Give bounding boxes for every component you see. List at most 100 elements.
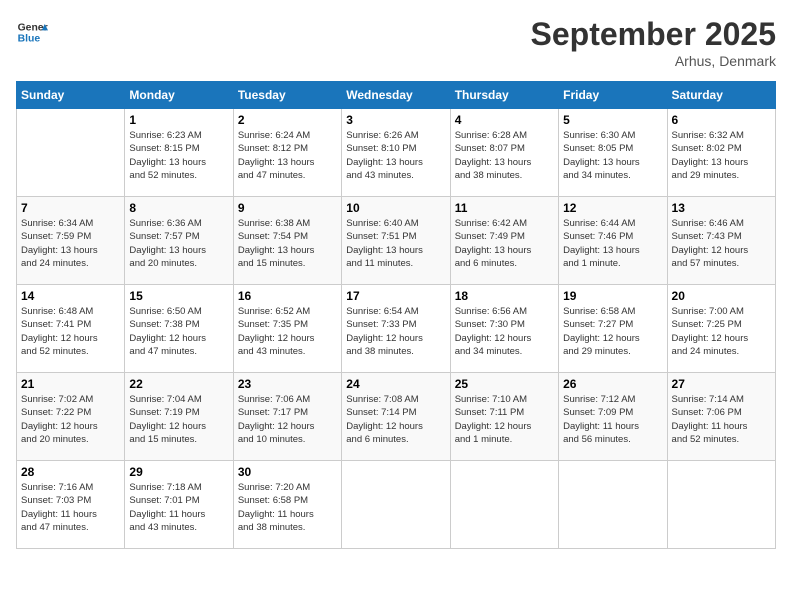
header-monday: Monday <box>125 82 233 109</box>
calendar-cell <box>450 461 558 549</box>
calendar-cell: 8 Sunrise: 6:36 AM Sunset: 7:57 PM Daylig… <box>125 197 233 285</box>
calendar-cell: 15Sunrise: 6:50 AM Sunset: 7:38 PM Dayli… <box>125 285 233 373</box>
day-info: Sunrise: 6:46 AM Sunset: 7:43 PM Dayligh… <box>672 217 771 270</box>
calendar-cell: 24 Sunrise: 7:08 AM Sunset: 7:14 PM Dayli… <box>342 373 450 461</box>
week-row-4: 28Sunrise: 7:16 AM Sunset: 7:03 PM Dayli… <box>17 461 776 549</box>
day-number: 26 <box>563 377 662 391</box>
header-sunday: Sunday <box>17 82 125 109</box>
calendar-cell: 13 Sunrise: 6:46 AM Sunset: 7:43 PM Dayli… <box>667 197 775 285</box>
day-number: 20 <box>672 289 771 303</box>
day-number: 1 <box>129 113 228 127</box>
calendar-cell: 20 Sunrise: 7:00 AM Sunset: 7:25 PM Dayli… <box>667 285 775 373</box>
day-info: Sunrise: 7:04 AM Sunset: 7:19 PM Dayligh… <box>129 393 228 446</box>
header-tuesday: Tuesday <box>233 82 341 109</box>
header-thursday: Thursday <box>450 82 558 109</box>
day-info: Sunrise: 7:10 AM Sunset: 7:11 PM Dayligh… <box>455 393 554 446</box>
day-number: 10 <box>346 201 445 215</box>
calendar-cell: 22 Sunrise: 7:04 AM Sunset: 7:19 PM Dayli… <box>125 373 233 461</box>
day-info: Sunrise: 7:16 AM Sunset: 7:03 PM Dayligh… <box>21 481 120 534</box>
header-wednesday: Wednesday <box>342 82 450 109</box>
calendar-cell: 12 Sunrise: 6:44 AM Sunset: 7:46 PM Dayli… <box>559 197 667 285</box>
day-info: Sunrise: 6:24 AM Sunset: 8:12 PM Dayligh… <box>238 129 337 182</box>
calendar-cell: 16 Sunrise: 6:52 AM Sunset: 7:35 PM Dayli… <box>233 285 341 373</box>
calendar-cell: 5 Sunrise: 6:30 AM Sunset: 8:05 PM Daylig… <box>559 109 667 197</box>
day-info: Sunrise: 6:56 AM Sunset: 7:30 PM Dayligh… <box>455 305 554 358</box>
logo: General Blue <box>16 16 48 48</box>
day-info: Sunrise: 7:12 AM Sunset: 7:09 PM Dayligh… <box>563 393 662 446</box>
day-info: Sunrise: 6:58 AM Sunset: 7:27 PM Dayligh… <box>563 305 662 358</box>
calendar-cell: 11 Sunrise: 6:42 AM Sunset: 7:49 PM Dayli… <box>450 197 558 285</box>
header-friday: Friday <box>559 82 667 109</box>
day-info: Sunrise: 7:14 AM Sunset: 7:06 PM Dayligh… <box>672 393 771 446</box>
header: General Blue September 2025 Arhus, Denma… <box>16 16 776 69</box>
calendar-cell: 30Sunrise: 7:20 AM Sunset: 6:58 PM Dayli… <box>233 461 341 549</box>
calendar-cell: 21Sunrise: 7:02 AM Sunset: 7:22 PM Dayli… <box>17 373 125 461</box>
calendar-cell: 10Sunrise: 6:40 AM Sunset: 7:51 PM Dayli… <box>342 197 450 285</box>
day-info: Sunrise: 6:38 AM Sunset: 7:54 PM Dayligh… <box>238 217 337 270</box>
day-info: Sunrise: 6:48 AM Sunset: 7:41 PM Dayligh… <box>21 305 120 358</box>
day-info: Sunrise: 7:18 AM Sunset: 7:01 PM Dayligh… <box>129 481 228 534</box>
calendar-cell: 19Sunrise: 6:58 AM Sunset: 7:27 PM Dayli… <box>559 285 667 373</box>
calendar-cell: 14 Sunrise: 6:48 AM Sunset: 7:41 PM Dayli… <box>17 285 125 373</box>
day-number: 4 <box>455 113 554 127</box>
day-number: 3 <box>346 113 445 127</box>
main-title: September 2025 <box>531 16 776 53</box>
calendar-cell: 25Sunrise: 7:10 AM Sunset: 7:11 PM Dayli… <box>450 373 558 461</box>
day-number: 22 <box>129 377 228 391</box>
day-number: 27 <box>672 377 771 391</box>
title-area: September 2025 Arhus, Denmark <box>531 16 776 69</box>
calendar-cell: 3 Sunrise: 6:26 AM Sunset: 8:10 PM Daylig… <box>342 109 450 197</box>
day-number: 5 <box>563 113 662 127</box>
day-info: Sunrise: 7:08 AM Sunset: 7:14 PM Dayligh… <box>346 393 445 446</box>
day-number: 24 <box>346 377 445 391</box>
calendar-cell: 4 Sunrise: 6:28 AM Sunset: 8:07 PM Daylig… <box>450 109 558 197</box>
day-info: Sunrise: 7:06 AM Sunset: 7:17 PM Dayligh… <box>238 393 337 446</box>
day-info: Sunrise: 6:36 AM Sunset: 7:57 PM Dayligh… <box>129 217 228 270</box>
header-saturday: Saturday <box>667 82 775 109</box>
subtitle: Arhus, Denmark <box>531 53 776 69</box>
day-info: Sunrise: 6:52 AM Sunset: 7:35 PM Dayligh… <box>238 305 337 358</box>
day-info: Sunrise: 6:42 AM Sunset: 7:49 PM Dayligh… <box>455 217 554 270</box>
week-row-1: 7 Sunrise: 6:34 AM Sunset: 7:59 PM Daylig… <box>17 197 776 285</box>
calendar-cell: 26 Sunrise: 7:12 AM Sunset: 7:09 PM Dayli… <box>559 373 667 461</box>
day-number: 18 <box>455 289 554 303</box>
calendar-cell: 17 Sunrise: 6:54 AM Sunset: 7:33 PM Dayli… <box>342 285 450 373</box>
day-number: 7 <box>21 201 120 215</box>
week-row-3: 21Sunrise: 7:02 AM Sunset: 7:22 PM Dayli… <box>17 373 776 461</box>
day-number: 17 <box>346 289 445 303</box>
day-number: 14 <box>21 289 120 303</box>
logo-icon: General Blue <box>16 16 48 48</box>
day-number: 23 <box>238 377 337 391</box>
day-number: 11 <box>455 201 554 215</box>
week-row-2: 14 Sunrise: 6:48 AM Sunset: 7:41 PM Dayli… <box>17 285 776 373</box>
day-info: Sunrise: 6:32 AM Sunset: 8:02 PM Dayligh… <box>672 129 771 182</box>
day-info: Sunrise: 7:20 AM Sunset: 6:58 PM Dayligh… <box>238 481 337 534</box>
calendar-cell: 29Sunrise: 7:18 AM Sunset: 7:01 PM Dayli… <box>125 461 233 549</box>
day-info: Sunrise: 6:34 AM Sunset: 7:59 PM Dayligh… <box>21 217 120 270</box>
calendar-cell: 28Sunrise: 7:16 AM Sunset: 7:03 PM Dayli… <box>17 461 125 549</box>
calendar-cell <box>342 461 450 549</box>
day-info: Sunrise: 6:44 AM Sunset: 7:46 PM Dayligh… <box>563 217 662 270</box>
calendar-cell: 9 Sunrise: 6:38 AM Sunset: 7:54 PM Daylig… <box>233 197 341 285</box>
day-info: Sunrise: 6:50 AM Sunset: 7:38 PM Dayligh… <box>129 305 228 358</box>
day-info: Sunrise: 6:26 AM Sunset: 8:10 PM Dayligh… <box>346 129 445 182</box>
day-number: 8 <box>129 201 228 215</box>
day-number: 2 <box>238 113 337 127</box>
day-info: Sunrise: 6:30 AM Sunset: 8:05 PM Dayligh… <box>563 129 662 182</box>
day-info: Sunrise: 6:28 AM Sunset: 8:07 PM Dayligh… <box>455 129 554 182</box>
day-info: Sunrise: 6:54 AM Sunset: 7:33 PM Dayligh… <box>346 305 445 358</box>
week-row-0: 1Sunrise: 6:23 AM Sunset: 8:15 PM Daylig… <box>17 109 776 197</box>
day-number: 16 <box>238 289 337 303</box>
calendar-cell: 18 Sunrise: 6:56 AM Sunset: 7:30 PM Dayli… <box>450 285 558 373</box>
day-number: 9 <box>238 201 337 215</box>
day-number: 13 <box>672 201 771 215</box>
day-info: Sunrise: 7:00 AM Sunset: 7:25 PM Dayligh… <box>672 305 771 358</box>
calendar-header-row: SundayMondayTuesdayWednesdayThursdayFrid… <box>17 82 776 109</box>
calendar-cell: 1Sunrise: 6:23 AM Sunset: 8:15 PM Daylig… <box>125 109 233 197</box>
day-number: 6 <box>672 113 771 127</box>
calendar-cell <box>667 461 775 549</box>
svg-text:Blue: Blue <box>18 34 41 45</box>
day-number: 12 <box>563 201 662 215</box>
calendar-cell: 27 Sunrise: 7:14 AM Sunset: 7:06 PM Dayli… <box>667 373 775 461</box>
calendar-cell: 23 Sunrise: 7:06 AM Sunset: 7:17 PM Dayli… <box>233 373 341 461</box>
